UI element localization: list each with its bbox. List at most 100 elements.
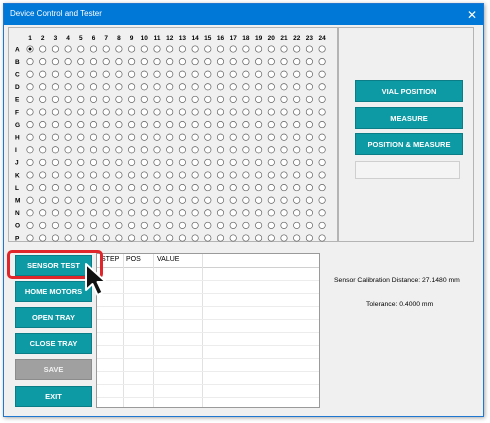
vial-radio[interactable]	[51, 196, 59, 204]
vial-radio[interactable]	[204, 209, 212, 217]
vial-radio[interactable]	[39, 70, 47, 78]
vial-radio[interactable]	[51, 146, 59, 154]
vial-radio[interactable]	[39, 184, 47, 192]
vial-radio[interactable]	[293, 58, 301, 66]
vial-radio[interactable]	[51, 184, 59, 192]
vial-radio[interactable]	[305, 146, 313, 154]
vial-radio[interactable]	[280, 184, 288, 192]
vial-radio[interactable]	[305, 83, 313, 91]
vial-radio[interactable]	[128, 146, 136, 154]
vial-radio[interactable]	[102, 184, 110, 192]
vial-radio[interactable]	[242, 171, 250, 179]
vial-radio[interactable]	[26, 95, 34, 103]
vial-radio[interactable]	[305, 108, 313, 116]
vial-radio[interactable]	[166, 171, 174, 179]
vial-radio[interactable]	[191, 133, 199, 141]
vial-radio[interactable]	[102, 146, 110, 154]
vial-radio[interactable]	[255, 209, 263, 217]
vial-radio[interactable]	[305, 196, 313, 204]
vial-radio[interactable]	[166, 58, 174, 66]
vial-radio[interactable]	[305, 58, 313, 66]
vial-radio[interactable]	[229, 209, 237, 217]
vial-radio[interactable]	[204, 184, 212, 192]
vial-radio[interactable]	[318, 108, 326, 116]
vial-radio[interactable]	[102, 83, 110, 91]
vial-radio[interactable]	[178, 58, 186, 66]
vial-radio[interactable]	[293, 133, 301, 141]
vial-radio[interactable]	[89, 95, 98, 103]
vial-radio[interactable]	[178, 83, 186, 91]
vial-radio[interactable]	[280, 158, 288, 166]
vial-radio[interactable]	[178, 196, 186, 204]
vial-radio[interactable]	[267, 209, 275, 217]
vial-radio[interactable]	[280, 83, 288, 91]
vial-radio[interactable]	[178, 45, 186, 53]
vial-radio[interactable]	[128, 158, 136, 166]
vial-radio[interactable]	[293, 45, 301, 53]
vial-radio[interactable]	[242, 146, 250, 154]
vial-radio[interactable]	[204, 196, 212, 204]
vial-radio[interactable]	[115, 158, 123, 166]
vial-radio[interactable]	[39, 209, 47, 217]
vial-radio[interactable]	[115, 58, 123, 66]
vial-radio[interactable]	[51, 158, 59, 166]
vial-radio[interactable]	[255, 108, 263, 116]
vial-radio[interactable]	[255, 95, 263, 103]
vial-radio[interactable]	[39, 45, 47, 53]
vial-radio[interactable]	[153, 45, 161, 53]
vial-radio[interactable]	[166, 184, 174, 192]
vial-radio[interactable]	[293, 171, 301, 179]
vial-radio[interactable]	[191, 108, 199, 116]
vial-radio[interactable]	[77, 108, 85, 116]
vial-radio[interactable]	[128, 70, 136, 78]
vial-radio[interactable]	[293, 146, 301, 154]
vial-radio[interactable]	[216, 158, 225, 166]
vial-radio[interactable]	[102, 171, 110, 179]
vial-radio[interactable]	[39, 146, 47, 154]
vial-radio[interactable]	[229, 234, 237, 242]
vial-radio[interactable]	[166, 70, 174, 78]
vial-radio[interactable]	[128, 121, 136, 129]
vial-radio[interactable]	[153, 146, 161, 154]
vial-radio[interactable]	[140, 158, 148, 166]
results-table[interactable]: STEP POS VALUE	[96, 253, 320, 408]
vial-radio[interactable]	[89, 133, 98, 141]
vial-radio[interactable]	[267, 58, 275, 66]
vial-position-button[interactable]: VIAL POSITION	[355, 80, 463, 102]
vial-radio[interactable]	[229, 146, 237, 154]
vial-radio[interactable]	[64, 234, 72, 242]
vial-radio[interactable]	[128, 221, 136, 229]
vial-radio[interactable]	[128, 184, 136, 192]
vial-radio[interactable]	[64, 158, 72, 166]
vial-radio[interactable]	[64, 121, 72, 129]
vial-radio[interactable]	[140, 83, 148, 91]
vial-radio[interactable]	[318, 70, 326, 78]
vial-radio[interactable]	[267, 70, 275, 78]
vial-radio[interactable]	[140, 108, 148, 116]
vial-radio[interactable]	[64, 58, 72, 66]
vial-radio[interactable]	[89, 184, 98, 192]
vial-radio[interactable]	[305, 221, 313, 229]
vial-radio[interactable]	[280, 108, 288, 116]
vial-radio[interactable]	[216, 95, 225, 103]
vial-radio[interactable]	[115, 146, 123, 154]
vial-radio[interactable]	[280, 121, 288, 129]
position-measure-button[interactable]: POSITION & MEASURE	[355, 133, 463, 155]
vial-radio[interactable]	[89, 83, 98, 91]
vial-radio[interactable]	[191, 196, 199, 204]
vial-radio[interactable]	[26, 58, 34, 66]
vial-radio[interactable]	[305, 158, 313, 166]
vial-radio[interactable]	[191, 70, 199, 78]
vial-radio[interactable]	[153, 234, 161, 242]
vial-radio[interactable]	[89, 171, 98, 179]
vial-radio[interactable]	[293, 70, 301, 78]
vial-radio[interactable]	[305, 184, 313, 192]
vial-radio[interactable]	[51, 209, 59, 217]
vial-radio[interactable]	[255, 45, 263, 53]
vial-radio[interactable]	[64, 184, 72, 192]
vial-radio[interactable]	[64, 108, 72, 116]
vial-radio[interactable]	[102, 108, 110, 116]
vial-radio[interactable]	[128, 171, 136, 179]
vial-radio[interactable]	[89, 196, 98, 204]
vial-radio[interactable]	[318, 196, 326, 204]
